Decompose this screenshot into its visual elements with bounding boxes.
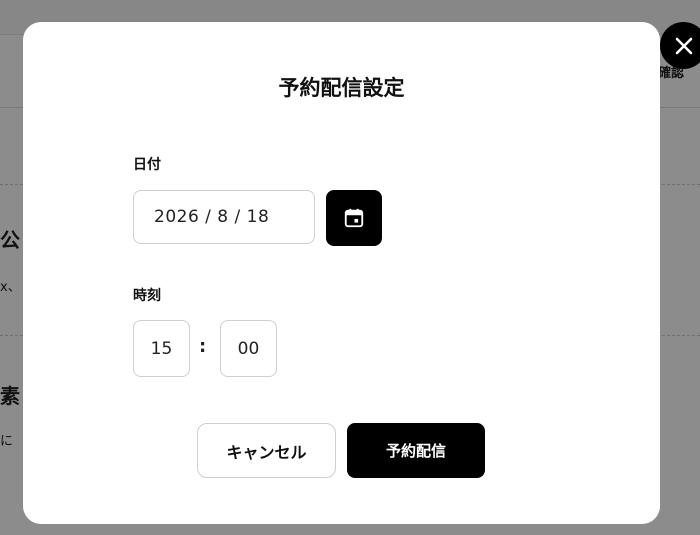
cancel-button[interactable]: キャンセル [197,423,336,478]
time-separator: : [199,336,207,357]
time-label: 時刻 [133,288,161,304]
schedule-modal: 予約配信設定 日付 2026 / 8 / 18 時刻 15 : 00 キャンセル… [23,22,700,524]
background-text: x、 [0,280,21,295]
calendar-icon [344,208,364,228]
close-icon [675,37,692,54]
modal-title: 予約配信設定 [278,76,405,100]
date-input[interactable]: 2026 / 8 / 18 [133,190,315,244]
calendar-button[interactable] [326,190,382,246]
date-label: 日付 [133,157,161,173]
background-heading: 素 [0,384,20,408]
minute-input[interactable]: 00 [220,320,277,377]
background-heading: 公 [0,228,20,252]
close-button[interactable] [660,22,700,69]
schedule-send-button[interactable]: 予約配信 [347,423,485,478]
hour-input[interactable]: 15 [133,320,190,377]
background-text: に [0,434,14,449]
